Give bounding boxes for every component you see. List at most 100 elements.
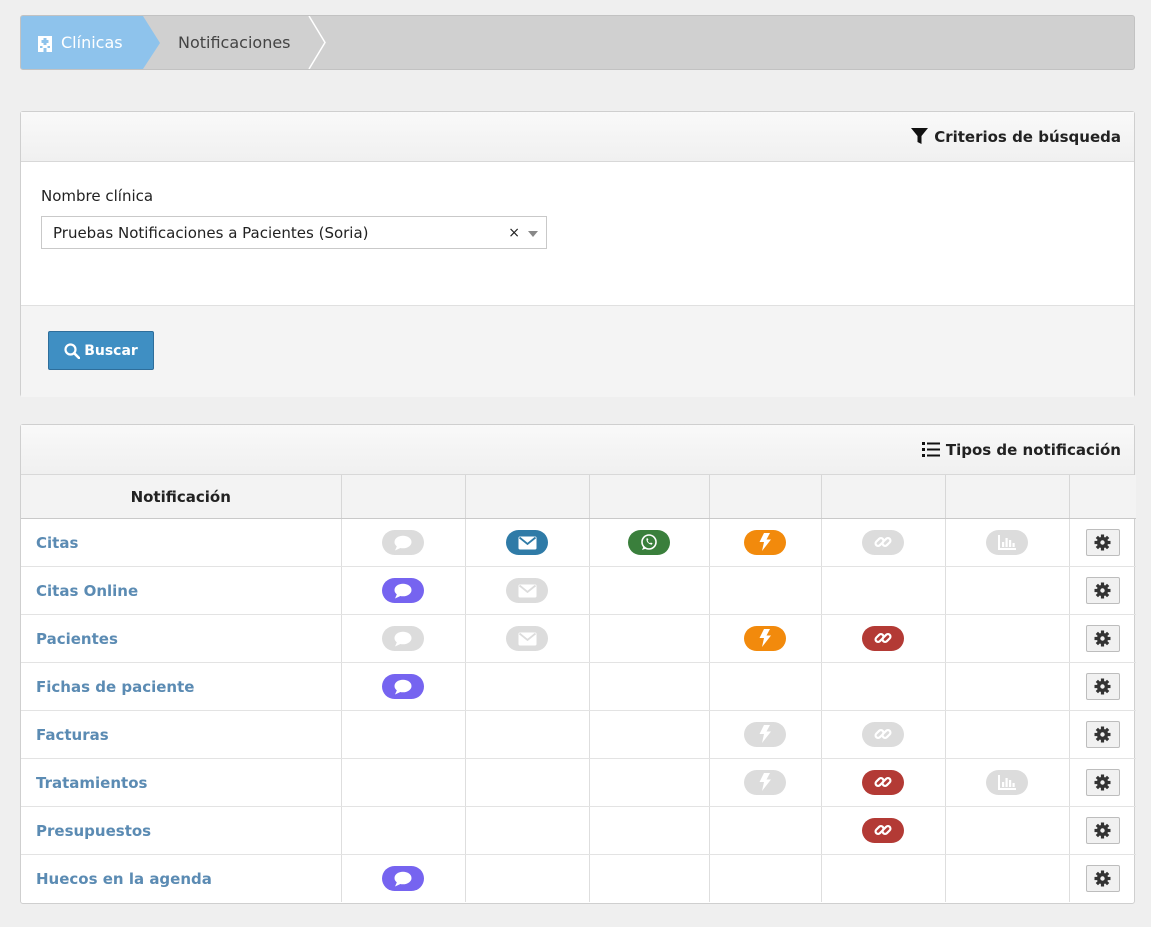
table-row: Citas [21, 518, 1136, 567]
gear-icon [1094, 726, 1111, 743]
chevron-down-icon[interactable] [528, 231, 538, 237]
table-row: Fichas de paciente [21, 662, 1136, 711]
clinic-select-value: Pruebas Notificaciones a Pacientes (Sori… [53, 224, 369, 242]
channel-cell-link [821, 710, 946, 759]
sms-toggle[interactable] [382, 674, 424, 699]
push-icon [759, 773, 771, 792]
whatsapp-icon [640, 533, 658, 551]
channel-cell-whatsapp [589, 854, 710, 902]
table-header-row: Notificación [21, 475, 1136, 519]
gear-icon [1094, 870, 1111, 887]
column-header-stats [945, 475, 1070, 519]
push-toggle[interactable] [744, 721, 786, 747]
settings-button[interactable] [1085, 817, 1120, 844]
channel-cell-link [821, 614, 946, 663]
push-toggle[interactable] [744, 769, 786, 795]
column-header-whatsapp [589, 475, 710, 519]
settings-button[interactable] [1085, 865, 1120, 892]
push-icon [759, 725, 771, 744]
column-header-email [465, 475, 590, 519]
email-icon [518, 584, 537, 598]
gear-icon [1094, 582, 1111, 599]
stats-toggle[interactable] [986, 770, 1028, 795]
push-icon [759, 533, 771, 552]
notification-name-link[interactable]: Citas [21, 518, 342, 567]
search-criteria-panel: Criterios de búsqueda Nombre clínica Pru… [20, 111, 1135, 397]
channel-cell-sms [341, 758, 466, 807]
column-header-link [821, 475, 946, 519]
settings-button[interactable] [1085, 673, 1120, 700]
notification-name-link[interactable]: Citas Online [21, 566, 342, 615]
whatsapp-toggle[interactable] [628, 529, 670, 555]
search-body: Nombre clínica Pruebas Notificaciones a … [21, 162, 1134, 305]
clinic-select[interactable]: Pruebas Notificaciones a Pacientes (Sori… [41, 216, 547, 249]
settings-cell [1069, 758, 1136, 807]
channel-cell-stats [945, 710, 1070, 759]
settings-cell [1069, 614, 1136, 663]
link-icon [874, 773, 892, 791]
channel-cell-push [709, 758, 822, 807]
breadcrumb-item-clinicas[interactable]: Clínicas [21, 16, 160, 69]
channel-cell-whatsapp [589, 758, 710, 807]
search-button-label: Buscar [84, 342, 138, 359]
notification-name-link[interactable]: Tratamientos [21, 758, 342, 807]
settings-button[interactable] [1085, 577, 1120, 604]
channel-cell-email [465, 614, 590, 663]
settings-button[interactable] [1085, 721, 1120, 748]
email-icon [518, 536, 537, 550]
clear-selection-button[interactable]: × [508, 217, 520, 250]
settings-cell [1069, 806, 1136, 855]
gear-icon [1094, 630, 1111, 647]
email-toggle[interactable] [506, 578, 548, 603]
channel-cell-link [821, 566, 946, 615]
stats-toggle[interactable] [986, 530, 1028, 555]
search-button[interactable]: Buscar [48, 331, 154, 370]
link-toggle[interactable] [862, 817, 904, 843]
search-icon [64, 342, 81, 359]
notification-name-link[interactable]: Presupuestos [21, 806, 342, 855]
email-toggle[interactable] [506, 530, 548, 555]
notification-name-link[interactable]: Huecos en la agenda [21, 854, 342, 902]
sms-icon [394, 583, 412, 599]
breadcrumb-separator-icon [308, 16, 326, 69]
sms-toggle[interactable] [382, 578, 424, 603]
settings-button[interactable] [1085, 529, 1120, 556]
link-toggle[interactable] [862, 769, 904, 795]
notification-name-link[interactable]: Pacientes [21, 614, 342, 663]
channel-cell-email [465, 758, 590, 807]
link-toggle[interactable] [862, 529, 904, 555]
sms-toggle[interactable] [382, 866, 424, 891]
notification-name-link[interactable]: Fichas de paciente [21, 662, 342, 711]
settings-cell [1069, 710, 1136, 759]
channel-cell-whatsapp [589, 614, 710, 663]
table-row: Citas Online [21, 566, 1136, 615]
link-icon [874, 629, 892, 647]
table-row: Huecos en la agenda [21, 854, 1136, 902]
settings-button[interactable] [1085, 769, 1120, 796]
breadcrumb-current: Notificaciones [178, 33, 291, 52]
sms-toggle[interactable] [382, 530, 424, 555]
channel-cell-stats [945, 566, 1070, 615]
push-toggle[interactable] [744, 529, 786, 555]
list-icon [921, 442, 940, 457]
channel-cell-sms [341, 566, 466, 615]
gear-icon [1094, 678, 1111, 695]
push-toggle[interactable] [744, 625, 786, 651]
notification-name-link[interactable]: Facturas [21, 710, 342, 759]
email-toggle[interactable] [506, 626, 548, 651]
link-toggle[interactable] [862, 625, 904, 651]
stats-icon [998, 775, 1016, 790]
settings-button[interactable] [1085, 625, 1120, 652]
link-toggle[interactable] [862, 721, 904, 747]
clinic-name-label: Nombre clínica [41, 187, 154, 205]
channel-cell-whatsapp [589, 662, 710, 711]
gear-icon [1094, 534, 1111, 551]
search-footer: Buscar [21, 305, 1134, 397]
channel-cell-stats [945, 758, 1070, 807]
hospital-icon [38, 35, 52, 52]
types-panel-title: Tipos de notificación [945, 440, 1121, 459]
channel-cell-whatsapp [589, 710, 710, 759]
sms-toggle[interactable] [382, 626, 424, 651]
channel-cell-push [709, 710, 822, 759]
push-icon [759, 629, 771, 648]
